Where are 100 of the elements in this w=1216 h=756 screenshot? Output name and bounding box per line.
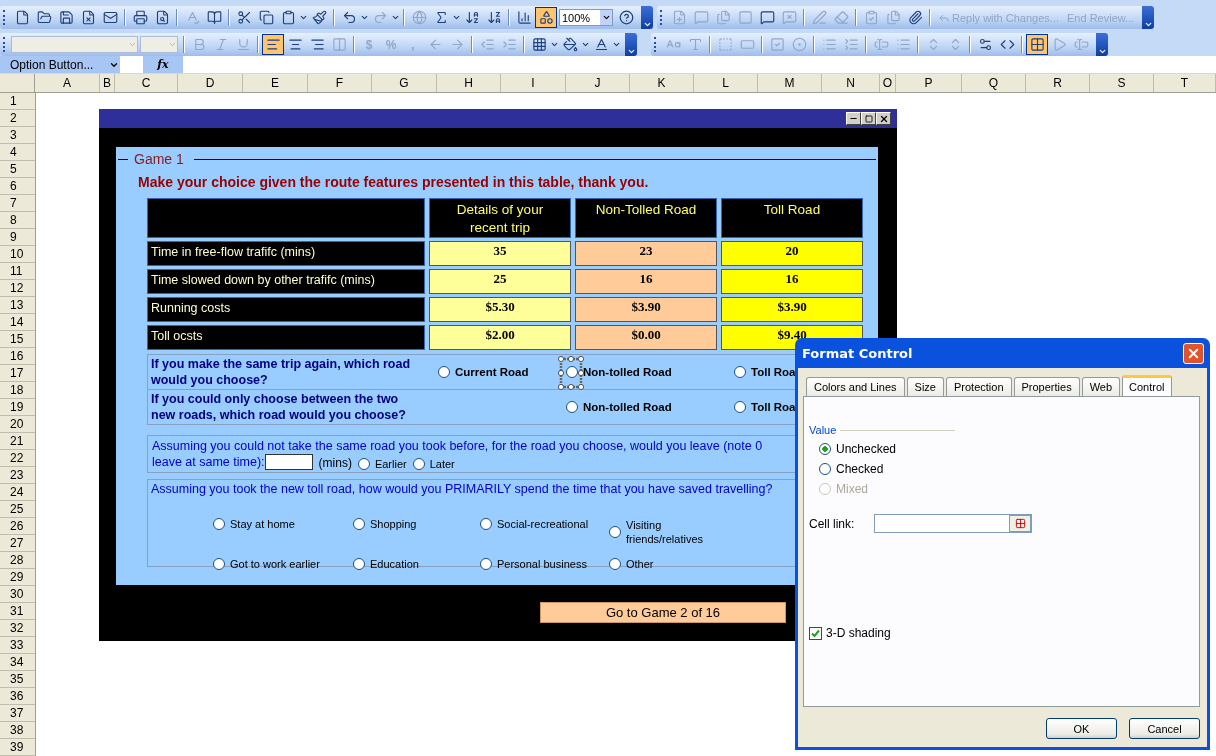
column-header[interactable]: C: [115, 74, 178, 92]
radio-button[interactable]: [480, 558, 492, 570]
column-header[interactable]: T: [1154, 74, 1216, 92]
column-header[interactable]: L: [694, 74, 758, 92]
column-header[interactable]: O: [880, 74, 896, 92]
column-header[interactable]: P: [896, 74, 962, 92]
column-header[interactable]: M: [758, 74, 822, 92]
radio-button[interactable]: [566, 401, 578, 413]
row-header[interactable]: 27: [0, 535, 35, 552]
dialog-tab[interactable]: Colors and Lines: [806, 377, 905, 396]
minimize-icon[interactable]: [846, 112, 861, 125]
grid-icon[interactable]: [1026, 34, 1048, 55]
radio-button[interactable]: [412, 458, 425, 470]
align-left-icon[interactable]: [262, 34, 284, 55]
column-header[interactable]: K: [630, 74, 694, 92]
dialog-tab[interactable]: Web: [1081, 377, 1121, 396]
column-header[interactable]: S: [1090, 74, 1154, 92]
radio-button[interactable]: [213, 518, 225, 530]
radio-button[interactable]: [357, 458, 370, 470]
dialog-tab[interactable]: Protection: [945, 377, 1012, 396]
row-header[interactable]: 5: [0, 161, 35, 178]
row-header[interactable]: 19: [0, 399, 35, 416]
row-header[interactable]: 7: [0, 195, 35, 212]
row-header[interactable]: 29: [0, 569, 35, 586]
row-header[interactable]: 15: [0, 331, 35, 348]
zoom-field[interactable]: 100%: [559, 9, 613, 26]
row-header[interactable]: 14: [0, 314, 35, 331]
radio-button[interactable]: [480, 518, 492, 530]
radio-button[interactable]: [819, 463, 831, 475]
range-picker-icon[interactable]: [1009, 515, 1032, 532]
font-size-field[interactable]: [140, 36, 178, 53]
radio-button[interactable]: [353, 518, 365, 530]
row-header[interactable]: 12: [0, 280, 35, 297]
column-header[interactable]: H: [437, 74, 501, 92]
selection-handles[interactable]: [558, 356, 584, 390]
row-header[interactable]: 2: [0, 110, 35, 127]
radio-button[interactable]: [734, 366, 746, 378]
column-header[interactable]: R: [1026, 74, 1090, 92]
close-icon[interactable]: [1183, 342, 1204, 364]
row-header[interactable]: 34: [0, 654, 35, 671]
row-header[interactable]: 39: [0, 739, 35, 756]
row-header[interactable]: 9: [0, 229, 35, 246]
dialog-tab[interactable]: Control: [1122, 375, 1172, 396]
radio-button[interactable]: [353, 558, 365, 570]
row-header[interactable]: 17: [0, 365, 35, 382]
cell-link-field[interactable]: [874, 514, 1033, 533]
row-header[interactable]: 35: [0, 671, 35, 688]
column-header[interactable]: E: [243, 74, 308, 92]
shapes-icon[interactable]: [535, 7, 557, 28]
row-header[interactable]: 20: [0, 416, 35, 433]
close-icon[interactable]: [876, 112, 891, 125]
row-header[interactable]: 24: [0, 484, 35, 501]
row-header[interactable]: 4: [0, 144, 35, 161]
row-header[interactable]: 3: [0, 127, 35, 144]
radio-button[interactable]: [438, 366, 450, 378]
column-header[interactable]: G: [372, 74, 437, 92]
next-game-button[interactable]: Go to Game 2 of 16: [540, 602, 786, 623]
radio-button[interactable]: [566, 366, 578, 378]
dialog-button[interactable]: Cancel: [1129, 718, 1200, 739]
font-field[interactable]: [11, 36, 138, 53]
name-box[interactable]: Option Button...: [0, 56, 120, 73]
column-header[interactable]: B: [100, 74, 115, 92]
dialog-button[interactable]: OK: [1046, 718, 1117, 739]
row-header[interactable]: 18: [0, 382, 35, 399]
row-header[interactable]: 10: [0, 246, 35, 263]
radio-button[interactable]: [819, 443, 831, 455]
row-header[interactable]: 22: [0, 450, 35, 467]
toolbar-options-icon[interactable]: [641, 6, 653, 29]
row-header[interactable]: 31: [0, 603, 35, 620]
radio-button[interactable]: [734, 401, 746, 413]
row-header[interactable]: 11: [0, 263, 35, 280]
dialog-tab[interactable]: Size: [906, 377, 944, 396]
row-header[interactable]: 8: [0, 212, 35, 229]
row-header[interactable]: 26: [0, 518, 35, 535]
column-header[interactable]: Q: [962, 74, 1026, 92]
radio-button[interactable]: [213, 558, 225, 570]
toolbar-options-icon[interactable]: [1096, 33, 1108, 56]
row-header[interactable]: 23: [0, 467, 35, 484]
function-label[interactable]: fx: [143, 56, 183, 73]
row-header[interactable]: 16: [0, 348, 35, 365]
minutes-field[interactable]: [264, 454, 313, 470]
maximize-icon[interactable]: [861, 112, 876, 125]
column-header[interactable]: A: [35, 74, 100, 92]
column-header[interactable]: F: [308, 74, 372, 92]
radio-button[interactable]: [609, 558, 621, 570]
row-header[interactable]: 36: [0, 688, 35, 705]
radio-button[interactable]: [609, 526, 621, 538]
column-header[interactable]: D: [178, 74, 243, 92]
row-header[interactable]: 28: [0, 552, 35, 569]
column-header[interactable]: N: [822, 74, 880, 92]
caret-icon[interactable]: [600, 10, 612, 25]
row-header[interactable]: 6: [0, 178, 35, 195]
row-header[interactable]: 13: [0, 297, 35, 314]
dialog-tab[interactable]: Properties: [1013, 377, 1080, 396]
row-header[interactable]: 21: [0, 433, 35, 450]
row-header[interactable]: 33: [0, 637, 35, 654]
checkbox[interactable]: [809, 626, 822, 640]
toolbar-options-icon[interactable]: [625, 33, 637, 56]
column-header[interactable]: J: [566, 74, 630, 92]
row-header[interactable]: 1: [0, 93, 35, 110]
